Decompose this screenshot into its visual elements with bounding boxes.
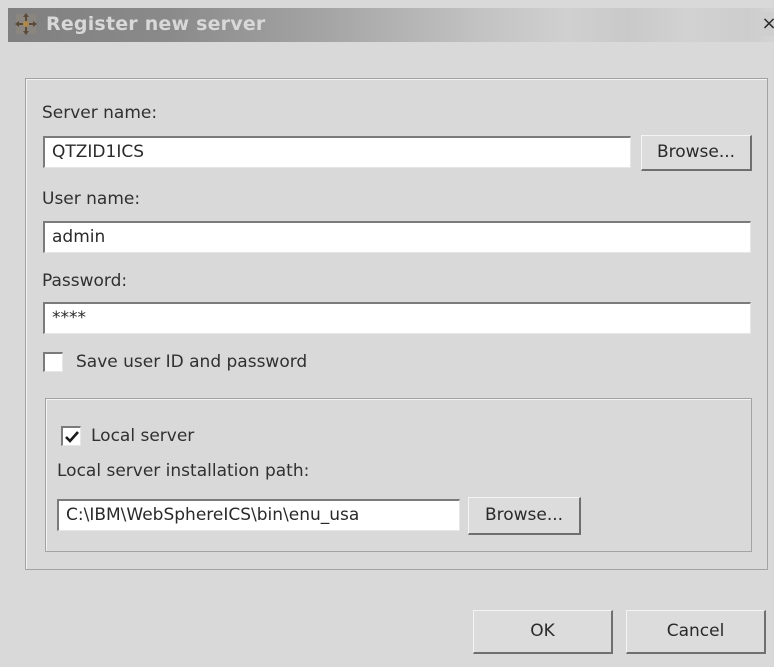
cancel-button[interactable]: Cancel [626,610,766,654]
local-server-checkbox[interactable] [61,426,81,446]
save-credentials-label: Save user ID and password [76,352,308,372]
checkmark-icon [65,431,79,443]
install-path-label: Local server installation path: [57,461,310,481]
local-server-label: Local server [91,426,195,446]
close-icon: × [761,13,774,34]
dialog-title: Register new server [46,13,266,35]
server-name-label: Server name: [42,103,158,123]
user-name-label: User name: [42,189,141,209]
path-browse-button[interactable]: Browse... [468,497,581,535]
close-button[interactable]: × [757,12,774,36]
password-label: Password: [42,271,128,291]
password-input[interactable]: **** [43,302,751,334]
user-name-input[interactable]: admin [43,221,751,253]
server-browse-button[interactable]: Browse... [641,135,752,171]
install-path-input[interactable]: C:\IBM\WebSphereICS\bin\enu_usa [57,499,460,531]
move-arrows-icon [14,12,38,36]
save-credentials-checkbox[interactable] [43,352,63,372]
ok-button[interactable]: OK [473,610,613,654]
server-name-input[interactable]: QTZID1ICS [43,136,631,168]
title-bar[interactable]: Register new server × [8,8,774,42]
register-server-dialog: Register new server × Server name: QTZID… [0,0,774,667]
